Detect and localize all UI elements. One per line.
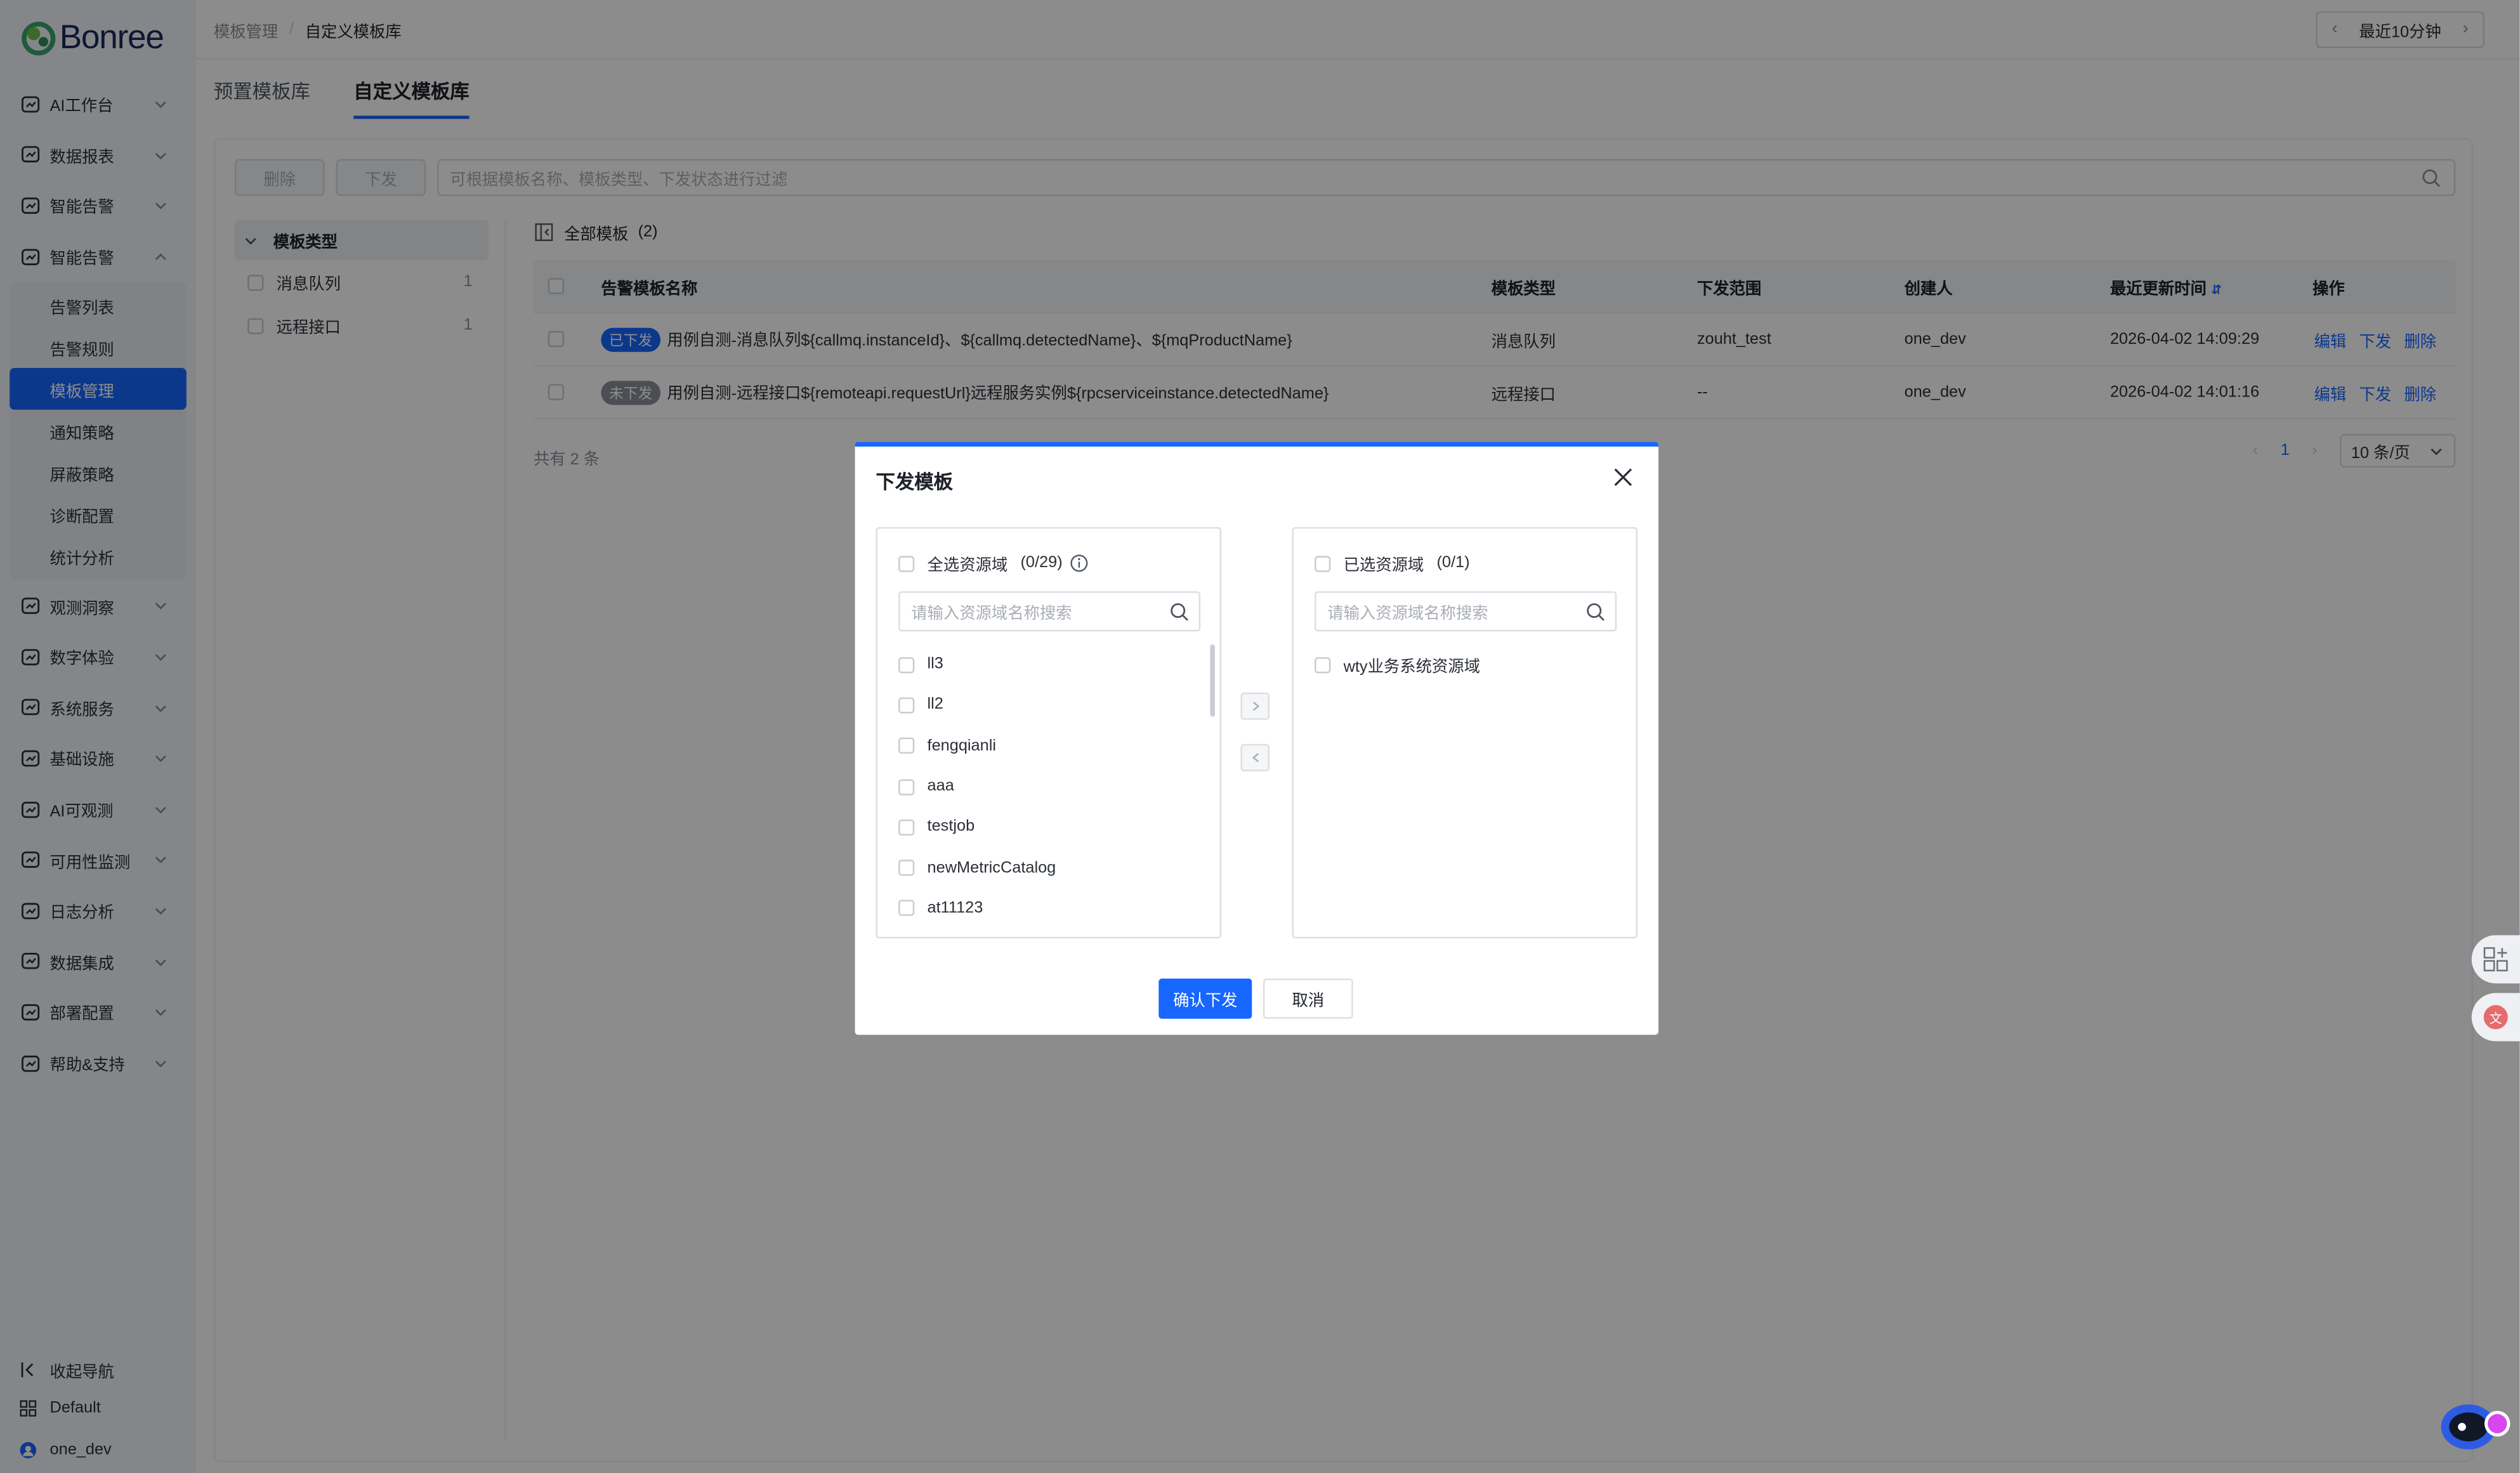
source-list-box: 全选资源域 (0/29) 请输入资源域名称搜索 ll3 ll2 fengqianli… [876,527,1222,939]
list-item[interactable]: ll2 [898,685,1200,726]
target-list-header: 已选资源域 (0/1) [1314,551,1470,575]
list-item-label: fengqianli [927,736,996,755]
list-item[interactable]: aaa [898,766,1200,807]
source-search-placeholder: 请输入资源域名称搜索 [911,605,1072,624]
float-app-button[interactable] [2471,935,2520,984]
svg-text:文: 文 [2490,1011,2502,1026]
chevron-left-icon [1251,753,1258,763]
target-search-input[interactable]: 请输入资源域名称搜索 [1314,591,1617,632]
modal-title: 下发模板 [876,471,954,494]
issue-template-modal: 下发模板 全选资源域 (0/29) 请输入资源域名称搜索 ll3 ll2 fengq… [855,442,1659,1035]
list-item-label: testjob [927,818,975,836]
item-checkbox[interactable] [898,860,915,876]
search-icon[interactable] [1170,603,1189,622]
close-icon[interactable] [1613,468,1632,487]
confirm-issue-button[interactable]: 确认下发 [1158,978,1252,1019]
item-checkbox[interactable] [898,697,915,714]
list-item-label: ll3 [927,655,943,674]
list-item[interactable]: newMetricCatalog [898,848,1200,888]
ai-assistant-icon[interactable] [2436,1398,2514,1453]
target-select-all-label: 已选资源域 [1343,557,1424,575]
list-item-label: wty业务系统资源域 [1343,658,1480,677]
info-icon[interactable] [1070,554,1088,572]
list-item[interactable]: wty业务系统资源域 [1314,645,1617,685]
target-list-box: 已选资源域 (0/1) 请输入资源域名称搜索 wty业务系统资源域 [1292,527,1638,939]
list-item-label: aaa [927,778,954,795]
source-search-input[interactable]: 请输入资源域名称搜索 [898,591,1201,632]
item-checkbox[interactable] [1314,657,1331,673]
chevron-right-icon [1252,701,1259,711]
target-list: wty业务系统资源域 [1314,645,1617,685]
source-select-all-label: 全选资源域 [927,557,1008,575]
item-checkbox[interactable] [898,738,915,754]
float-translate-button[interactable]: 文 [2471,993,2520,1042]
list-item-label: ll2 [927,696,943,714]
list-item[interactable]: at11123 [898,888,1200,929]
source-list: ll3 ll2 fengqianli aaa testjob newMetricCatal… [898,645,1200,929]
add-app-icon [2483,947,2508,972]
item-checkbox[interactable] [898,819,915,835]
translate-icon: 文 [2483,1005,2508,1030]
search-icon[interactable] [1586,603,1605,622]
source-list-header: 全选资源域 (0/29) [898,551,1088,575]
select-all-target-checkbox[interactable] [1314,555,1331,572]
item-checkbox[interactable] [898,778,915,795]
list-item[interactable]: fengqianli [898,726,1200,766]
move-right-button[interactable] [1240,692,1270,720]
cancel-button[interactable]: 取消 [1263,978,1353,1019]
select-all-source-checkbox[interactable] [898,555,915,572]
source-count: (0/29) [1020,554,1063,572]
target-search-placeholder: 请输入资源域名称搜索 [1327,605,1488,624]
list-item-label: newMetricCatalog [927,859,1056,877]
item-checkbox[interactable] [898,657,915,673]
target-count: (0/1) [1436,554,1470,572]
list-item-label: at11123 [927,900,983,918]
list-item[interactable]: testjob [898,807,1200,848]
app-window: Bonree AI工作台 数据报表 智能告警 智能告警 告警列表 告警规则 模板管理 通知策… [0,0,2520,1473]
list-item[interactable]: ll3 [898,645,1200,685]
source-scrollbar[interactable] [1210,644,1215,717]
item-checkbox[interactable] [898,900,915,917]
move-left-button[interactable] [1240,743,1270,771]
